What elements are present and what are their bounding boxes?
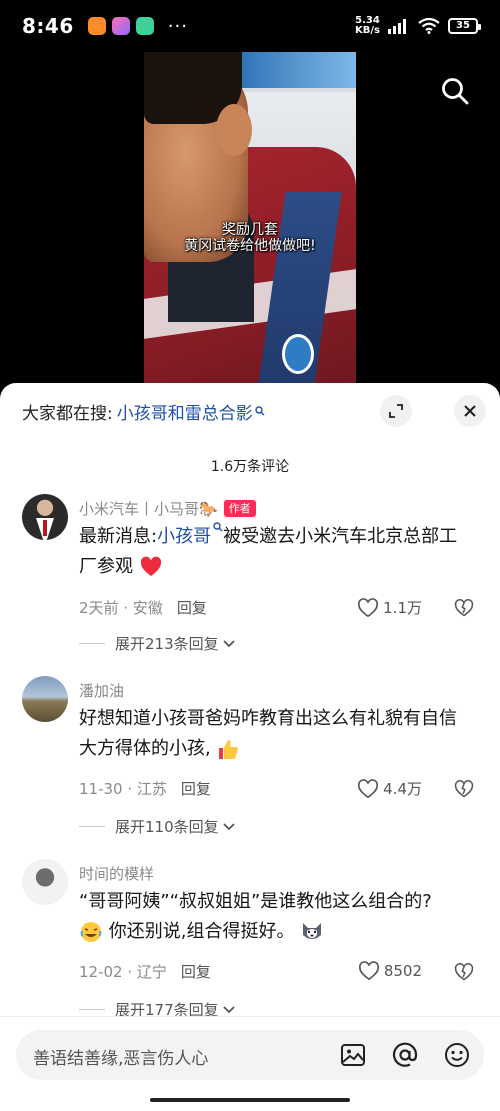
comment-input[interactable]: 善语结善缘,恶言伤人心 (16, 1030, 484, 1080)
wifi-icon (418, 18, 440, 34)
broken-heart-icon[interactable] (454, 598, 474, 618)
comment-count: 1.6万条评论 (210, 459, 290, 475)
comment-text-body: 好想知道小孩哥爸妈咋教育出这么有礼貌有自信大方得体的小孩, (79, 708, 457, 759)
broken-heart-icon[interactable] (454, 779, 474, 799)
comment-text: 好想知道小孩哥爸妈咋教育出这么有礼貌有自信大方得体的小孩, (79, 704, 470, 764)
comment-location: 安徽 (132, 599, 163, 617)
broken-heart-icon[interactable] (454, 962, 474, 982)
signal-icon (388, 19, 406, 34)
video-subtitle-line-1: 奖励几套 (222, 222, 278, 238)
reply-button[interactable]: 回复 (181, 961, 211, 982)
market-app-icon (135, 17, 154, 35)
comment-author[interactable]: 小米汽车丨小马哥🐎 作者 (79, 498, 256, 519)
comment-meta: 11-30 · 江苏 回复 (79, 778, 211, 799)
thumbs-up-icon (219, 740, 239, 759)
comment-mention-link[interactable]: 小孩哥 (157, 526, 211, 547)
comment-date: 11-30 (79, 780, 123, 798)
expand-replies-button[interactable]: 展开110条回复 (79, 816, 236, 837)
husky-dog-icon (303, 923, 322, 939)
like-button[interactable]: 8502 (358, 961, 422, 981)
comment-location: 辽宁 (136, 963, 167, 981)
video-subtitle-line-2: 黄冈试卷给他做做吧! (184, 238, 316, 254)
heart-outline-icon (358, 778, 379, 798)
like-count: 4.4万 (383, 780, 422, 798)
comment-author[interactable]: 时间的模样 (79, 863, 154, 884)
comment-text: 最新消息:小孩哥 被受邀去小米汽车北京总部工厂参观 (79, 522, 470, 582)
like-button[interactable]: 1.1万 (357, 597, 422, 618)
photo-app-icon (111, 17, 130, 35)
author-badge: 作者 (223, 500, 256, 517)
expand-sheet-button[interactable] (380, 395, 412, 427)
trending-search-bar: 大家都在搜: 小孩哥和雷总合影 (22, 395, 486, 427)
laughing-crying-icon (80, 922, 102, 942)
reply-button[interactable]: 回复 (181, 778, 211, 799)
mention-icon[interactable] (392, 1042, 418, 1068)
comment-item: 时间的模样 “哥哥阿姨”“叔叔姐姐”是谁教他这么组合的? 你还别说,组合得挺好。… (0, 859, 500, 1019)
emoji-icon[interactable] (444, 1042, 470, 1068)
image-icon[interactable] (340, 1042, 366, 1068)
home-indicator[interactable] (150, 1098, 350, 1102)
comment-item: 小米汽车丨小马哥🐎 作者 最新消息:小孩哥 被受邀去小米汽车北京总部工厂参观 2天… (0, 494, 500, 654)
close-sheet-button[interactable] (454, 395, 486, 427)
comment-author-name[interactable]: 小米汽车丨小马哥🐎 (79, 498, 218, 519)
small-search-icon (255, 406, 265, 416)
comment-meta: 12-02 · 辽宁 回复 (79, 961, 211, 982)
more-notifications-icon: ··· (167, 15, 188, 37)
avatar[interactable] (22, 859, 68, 905)
status-app-icons: ··· (87, 15, 188, 37)
like-button[interactable]: 4.4万 (357, 778, 422, 799)
network-speed: 5.34 KB/s (355, 16, 380, 36)
comment-sheet: 大家都在搜: 小孩哥和雷总合影 1.6万条评论 小米汽车丨小马哥🐎 作者 最新消… (0, 383, 500, 1089)
comment-item: 潘加油 好想知道小孩哥爸妈咋教育出这么有礼貌有自信大方得体的小孩, 11-30 … (0, 676, 500, 836)
comment-date: 2天前 (79, 599, 119, 617)
video-player[interactable] (0, 52, 500, 385)
status-bar: 8:46 ··· 5.34 KB/s 35 (0, 0, 500, 52)
chevron-down-icon (223, 1005, 235, 1013)
status-time: 8:46 (22, 14, 74, 38)
expand-replies-label[interactable]: 展开213条回复 (115, 633, 219, 654)
network-speed-unit: KB/s (355, 25, 380, 36)
red-heart-icon (140, 556, 161, 576)
heart-outline-icon (358, 961, 379, 981)
status-right: 5.34 KB/s 35 (355, 16, 481, 36)
comment-text-line-1: “哥哥阿姨”“叔叔姐姐”是谁教他这么组合的? (79, 891, 432, 912)
small-search-icon (213, 522, 223, 532)
comment-text: “哥哥阿姨”“叔叔姐姐”是谁教他这么组合的? 你还别说,组合得挺好。 (79, 887, 480, 947)
reply-button[interactable]: 回复 (177, 597, 207, 618)
comment-text-prefix: 最新消息: (79, 526, 158, 547)
video-frame[interactable] (144, 52, 356, 385)
comment-author-name[interactable]: 时间的模样 (79, 863, 154, 884)
expand-icon (389, 404, 403, 418)
chevron-down-icon (223, 639, 235, 647)
expand-replies-button[interactable]: 展开213条回复 (79, 633, 236, 654)
like-count: 1.1万 (383, 599, 422, 617)
comment-meta: 2天前 · 安徽 回复 (79, 597, 207, 618)
avatar[interactable] (22, 494, 68, 540)
battery-icon: 35 (448, 18, 481, 34)
shopping-app-icon (87, 17, 106, 35)
comment-input-placeholder[interactable]: 善语结善缘,恶言伤人心 (33, 1044, 208, 1069)
comment-author[interactable]: 潘加油 (79, 680, 124, 701)
trending-label: 大家都在搜: (22, 403, 113, 424)
comment-text-line-2: 你还别说,组合得挺好。 (108, 921, 295, 942)
comment-location: 江苏 (136, 780, 167, 798)
avatar[interactable] (22, 676, 68, 722)
system-nav-bar (0, 1089, 500, 1111)
trending-query-link[interactable]: 小孩哥和雷总合影 (117, 399, 253, 424)
close-icon (464, 405, 476, 417)
search-icon[interactable] (440, 76, 470, 106)
comment-input-bar: 善语结善缘,恶言伤人心 (0, 1016, 500, 1089)
comment-date: 12-02 (79, 963, 123, 981)
comment-author-name[interactable]: 潘加油 (79, 680, 124, 701)
chevron-down-icon (223, 822, 235, 830)
expand-replies-label[interactable]: 展开110条回复 (115, 816, 219, 837)
heart-outline-icon (358, 597, 379, 617)
like-count: 8502 (383, 962, 422, 980)
